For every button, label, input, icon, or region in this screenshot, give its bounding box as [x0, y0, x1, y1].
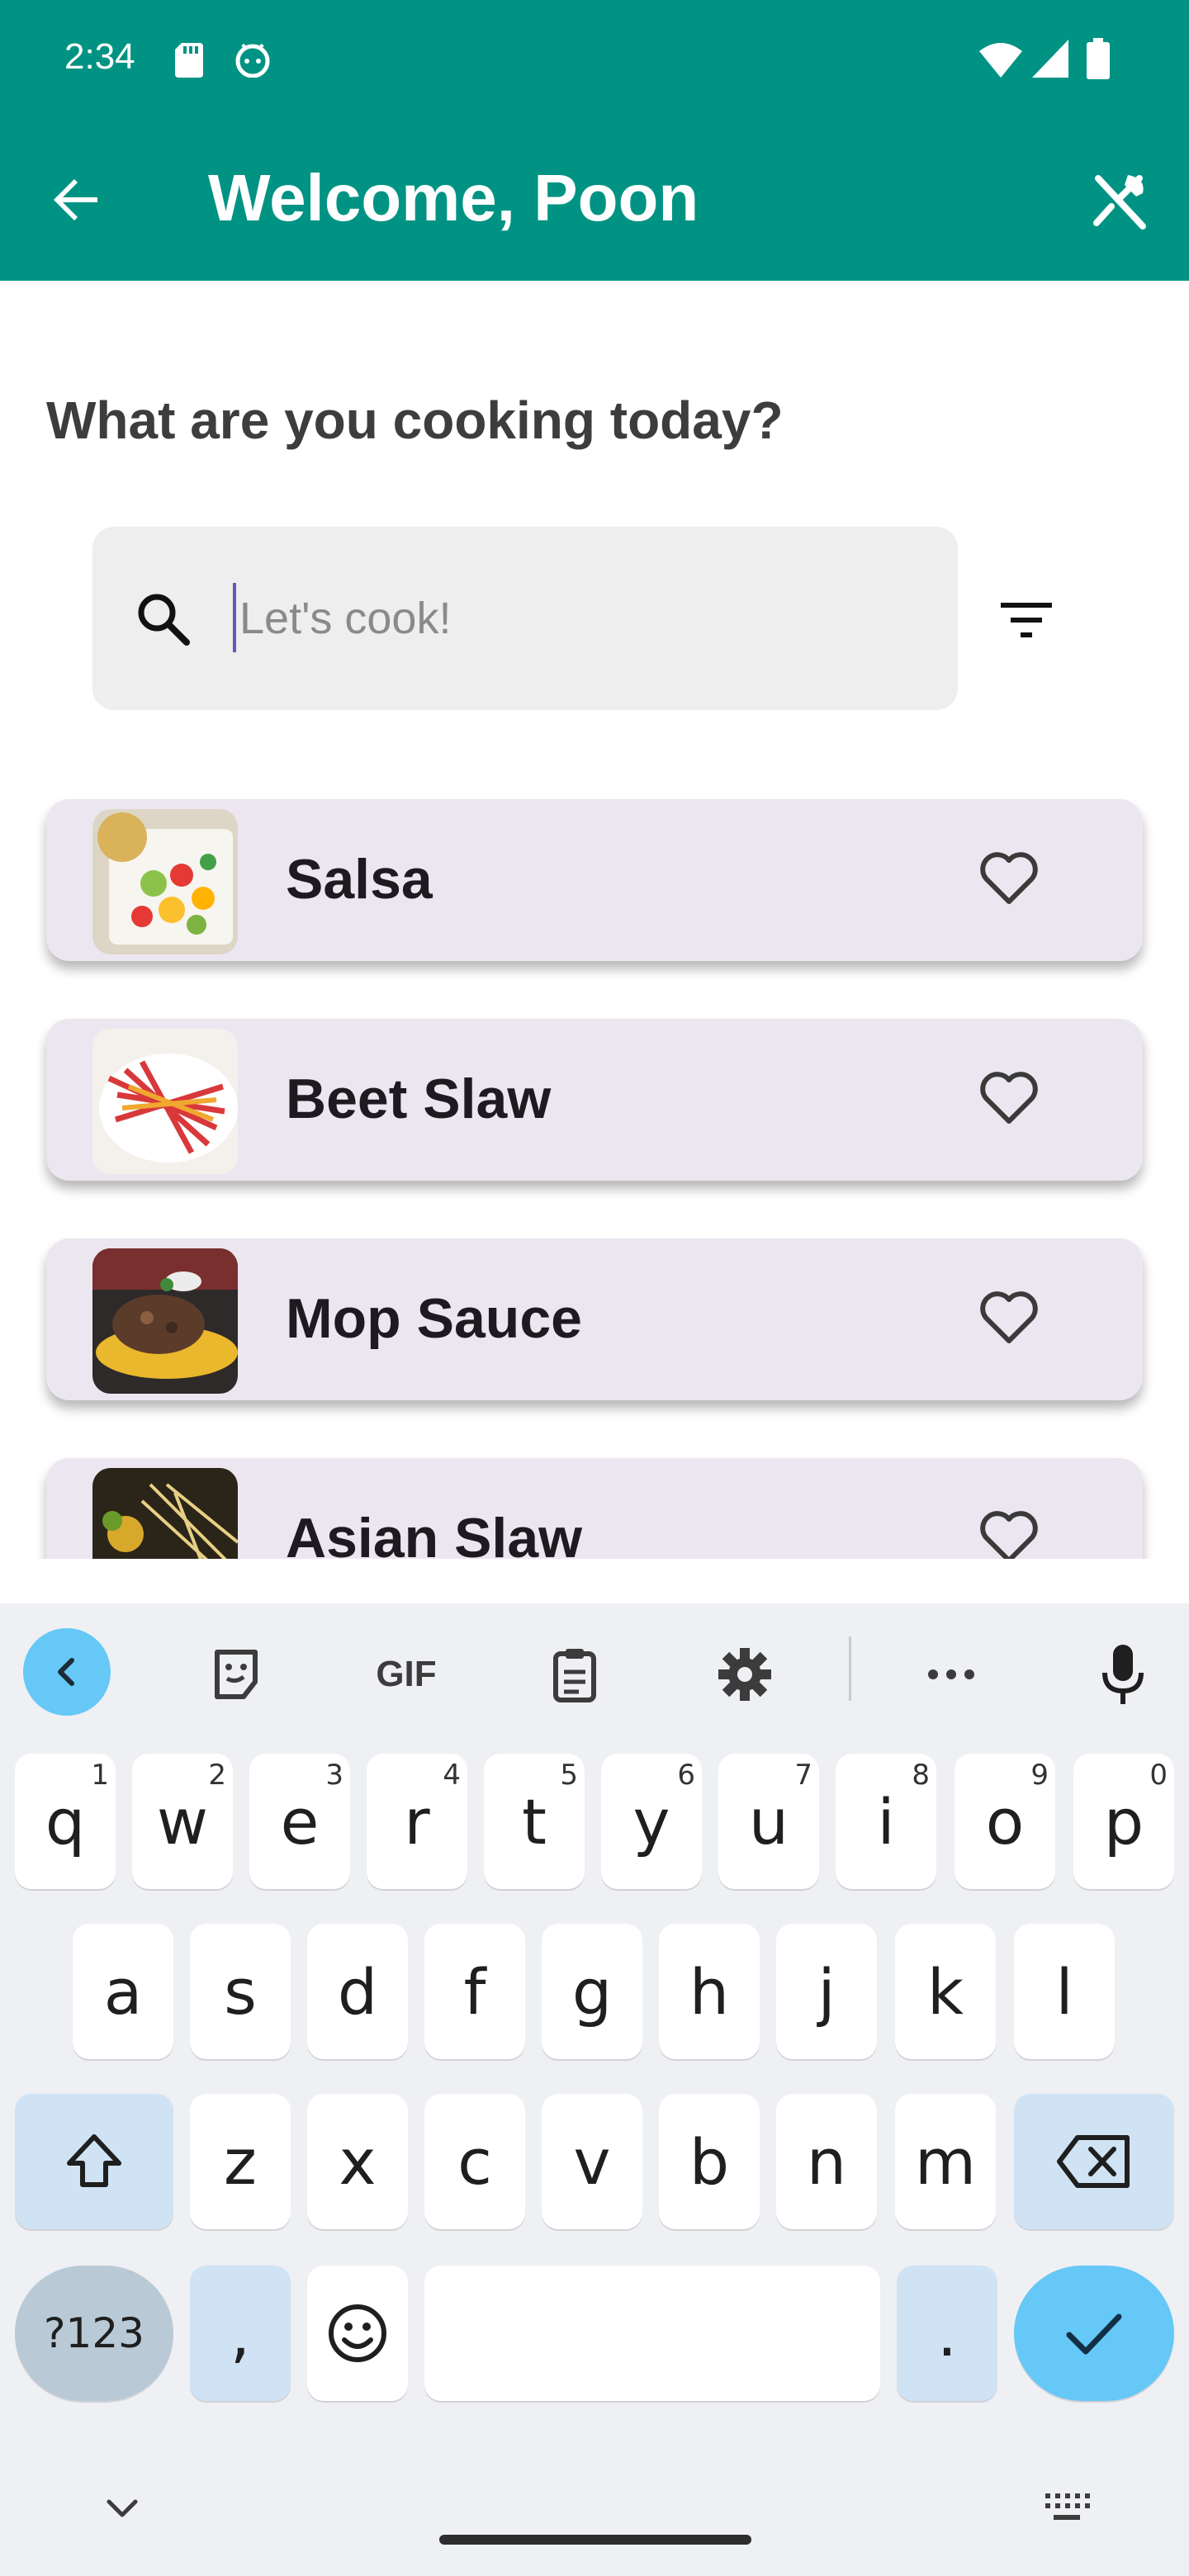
favorite-heart-icon[interactable]	[974, 1501, 1044, 1559]
key-h[interactable]: h	[659, 1924, 760, 2059]
key-g[interactable]: g	[542, 1924, 642, 2059]
keyboard-switch-icon[interactable]	[1042, 2488, 1092, 2525]
sd-card-icon	[175, 43, 203, 78]
key-o[interactable]: o9	[955, 1754, 1055, 1889]
key-i[interactable]: i8	[836, 1754, 936, 1889]
search-input[interactable]	[239, 580, 917, 657]
search-box[interactable]	[92, 527, 958, 710]
recipe-name: Asian Slaw	[286, 1507, 583, 1559]
chevron-left-icon	[58, 1658, 74, 1686]
key-m[interactable]: m	[895, 2094, 996, 2229]
key-f[interactable]: f	[424, 1924, 525, 2059]
comma-key[interactable]: ,	[190, 2266, 291, 2401]
key-r[interactable]: r4	[367, 1754, 467, 1889]
status-bar: 2:34	[0, 0, 1189, 119]
key-u[interactable]: u7	[718, 1754, 819, 1889]
shift-key[interactable]	[15, 2094, 173, 2229]
page-title: Welcome, Poon	[208, 161, 699, 234]
recipe-card[interactable]: Mop Sauce	[46, 1238, 1143, 1400]
more-dots-icon	[928, 1669, 974, 1679]
key-t[interactable]: t5	[484, 1754, 585, 1889]
checkmark-icon	[1066, 2313, 1122, 2355]
key-d[interactable]: d	[307, 1924, 408, 2059]
backspace-key[interactable]	[1014, 2094, 1174, 2229]
more-button[interactable]	[910, 1633, 992, 1716]
key-a[interactable]: a	[73, 1924, 173, 2059]
favorite-heart-icon[interactable]	[974, 1062, 1044, 1131]
key-y[interactable]: y6	[601, 1754, 702, 1889]
screen: 2:34 Welcome, Poon What are you cooking …	[0, 0, 1189, 2576]
clipboard-icon	[553, 1649, 596, 1702]
key-x[interactable]: x	[307, 2094, 408, 2229]
emoji-key[interactable]	[307, 2266, 408, 2401]
filter-icon[interactable]	[996, 590, 1057, 651]
recipe-list[interactable]: Salsa Beet Slaw Mop Sauce Asian Slaw	[0, 784, 1189, 1559]
top-bar: 2:34 Welcome, Poon	[0, 0, 1189, 281]
section-heading: What are you cooking today?	[46, 391, 784, 450]
favorite-heart-icon[interactable]	[974, 1281, 1044, 1351]
key-e[interactable]: e3	[249, 1754, 350, 1889]
key-v[interactable]: v	[542, 2094, 642, 2229]
enter-key[interactable]	[1014, 2266, 1174, 2401]
recipe-name: Salsa	[286, 848, 433, 911]
recipe-name: Beet Slaw	[286, 1068, 552, 1130]
microphone-icon	[1102, 1645, 1144, 1704]
back-arrow-icon[interactable]	[46, 170, 106, 230]
app-bar: Welcome, Poon	[0, 119, 1189, 281]
key-b[interactable]: b	[659, 2094, 760, 2229]
gif-button[interactable]: GIF	[365, 1633, 448, 1716]
recipe-thumbnail	[92, 1029, 238, 1174]
recipe-thumbnail	[92, 1248, 238, 1394]
symbols-key[interactable]: ?123	[15, 2266, 173, 2401]
keyboard-collapse-button[interactable]	[23, 1628, 111, 1716]
key-n[interactable]: n	[776, 2094, 877, 2229]
toolbar-divider	[849, 1636, 851, 1701]
clipboard-button[interactable]	[533, 1633, 616, 1716]
utensils-icon[interactable]	[1088, 172, 1149, 233]
emoji-icon	[329, 2304, 386, 2362]
sticker-button[interactable]	[195, 1633, 277, 1716]
key-l[interactable]: l	[1014, 1924, 1115, 2059]
status-time: 2:34	[64, 36, 135, 77]
gear-icon	[718, 1648, 771, 1701]
android-bot-icon	[235, 43, 270, 78]
key-w[interactable]: w2	[132, 1754, 233, 1889]
recipe-card[interactable]: Asian Slaw	[46, 1458, 1143, 1559]
key-j[interactable]: j	[776, 1924, 877, 2059]
key-q[interactable]: q1	[15, 1754, 116, 1889]
key-p[interactable]: p0	[1073, 1754, 1174, 1889]
key-k[interactable]: k	[895, 1924, 996, 2059]
home-indicator[interactable]	[439, 2535, 751, 2545]
voice-input-button[interactable]	[1082, 1633, 1164, 1716]
recipe-card[interactable]: Beet Slaw	[46, 1019, 1143, 1181]
battery-icon	[1087, 38, 1110, 79]
recipe-thumbnail	[92, 809, 238, 954]
wifi-icon	[979, 43, 1022, 78]
shift-arrow-icon	[67, 2134, 121, 2187]
sticker-icon	[215, 1650, 258, 1699]
keyboard-toolbar: GIF	[0, 1603, 1189, 1735]
key-c[interactable]: c	[424, 2094, 525, 2229]
chevron-down-icon[interactable]	[97, 2492, 147, 2525]
recipe-thumbnail	[92, 1468, 238, 1559]
recipe-card[interactable]: Salsa	[46, 799, 1143, 961]
soft-keyboard: GIF q1 w2 e3 r4 t5 y6 u7 i8 o9 p0 a s d …	[0, 1603, 1189, 2576]
settings-button[interactable]	[703, 1633, 786, 1716]
text-cursor	[233, 583, 236, 652]
backspace-icon	[1057, 2135, 1130, 2188]
recipe-name: Mop Sauce	[286, 1287, 582, 1350]
search-icon	[138, 594, 190, 646]
period-key[interactable]: .	[897, 2266, 997, 2401]
favorite-heart-icon[interactable]	[974, 842, 1044, 912]
space-key[interactable]	[424, 2266, 880, 2401]
key-s[interactable]: s	[190, 1924, 291, 2059]
key-z[interactable]: z	[190, 2094, 291, 2229]
signal-icon	[1032, 40, 1068, 78]
